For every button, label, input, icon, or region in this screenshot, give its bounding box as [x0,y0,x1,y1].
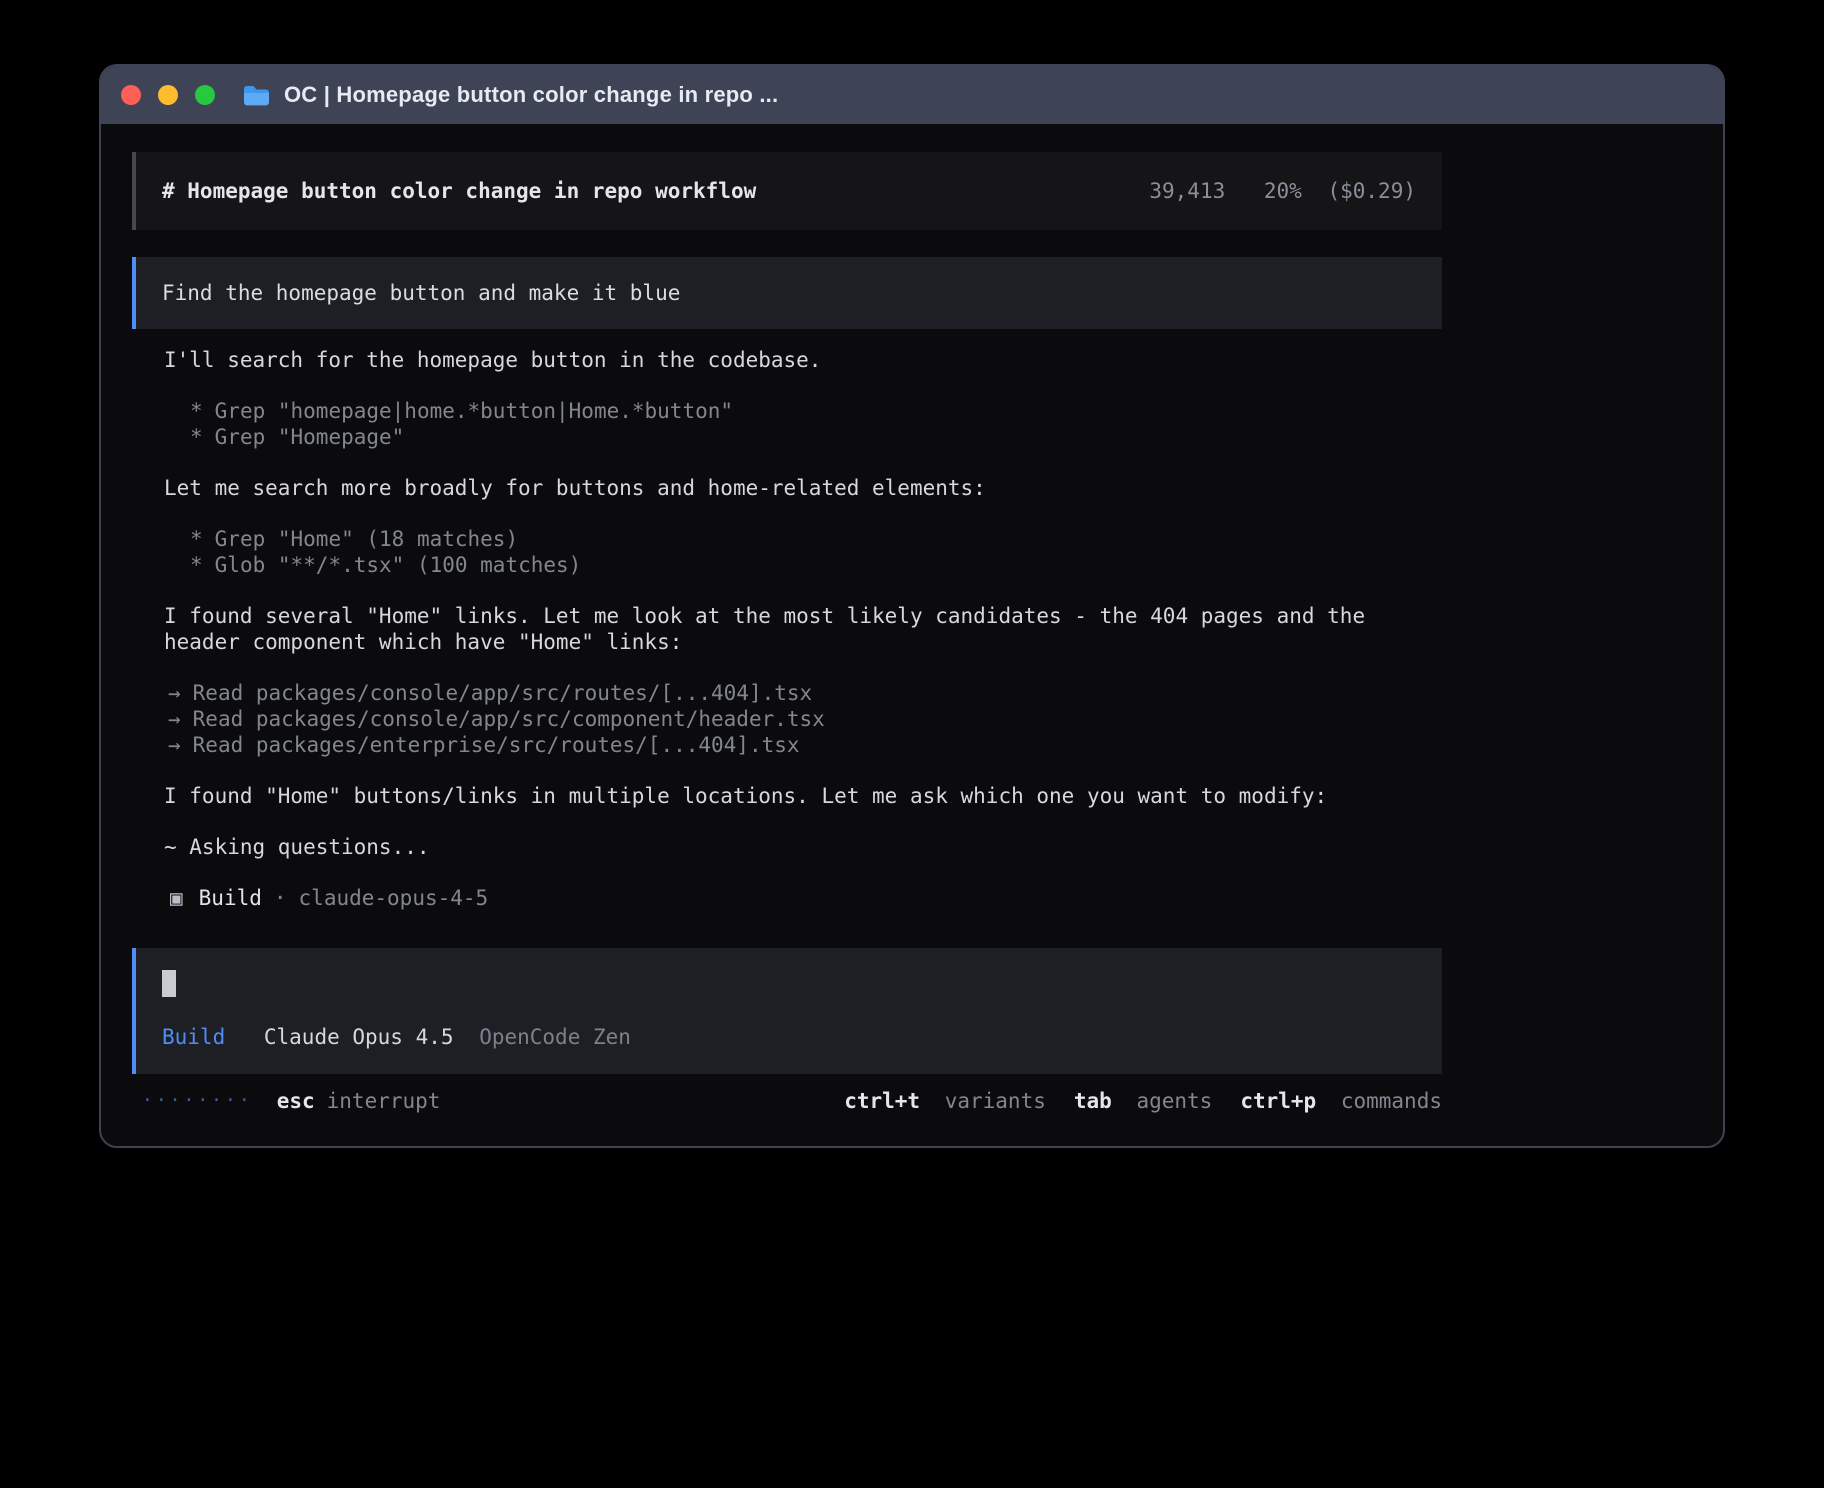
tool-bullet-icon: * [190,526,203,552]
shortcut-key: ctrl+p [1240,1089,1316,1113]
tool-call-text: Read packages/enterprise/src/routes/[...… [193,733,800,757]
window-titlebar: OC | Homepage button color change in rep… [101,66,1723,124]
session-stats: 39,413 20% ($0.29) [1149,179,1416,203]
zoom-button[interactable] [195,85,215,105]
window-title: OC | Homepage button color change in rep… [284,82,778,108]
close-button[interactable] [121,85,141,105]
working-status: ~ Asking questions... [164,834,1410,860]
shortcut-label: commands [1341,1089,1442,1113]
spinner-dots-icon: ········ [142,1088,253,1114]
tool-call-read: → Read packages/console/app/src/component… [164,706,1442,732]
shortcut-label: variants [945,1089,1046,1113]
shortcut-label: agents [1136,1089,1212,1113]
tool-call-grep: * Grep "homepage|home.*button|Home.*butto… [164,398,1442,424]
status-bar: ········ esc interrupt ctrl+t variants t… [132,1088,1442,1114]
terminal-window: OC | Homepage button color change in rep… [99,64,1725,1148]
shortcut-variants: ctrl+t variants [844,1088,1046,1114]
token-count: 39,413 [1149,179,1225,203]
tool-bullet-icon: * [190,552,203,578]
folder-icon [243,84,270,106]
tool-call-text: Grep "homepage|home.*button|Home.*button… [215,399,733,423]
minimize-button[interactable] [158,85,178,105]
tool-call-text: Grep "Homepage" [215,425,405,449]
tool-bullet-icon: * [190,424,203,450]
shortcut-key: tab [1074,1089,1112,1113]
tool-call-read: → Read packages/enterprise/src/routes/[..… [164,732,1442,758]
read-arrow-icon: → [168,680,181,706]
session-title: # Homepage button color change in repo w… [162,179,756,203]
tool-call-text: Glob "**/*.tsx" (100 matches) [215,553,582,577]
assistant-paragraph: Let me search more broadly for buttons a… [164,475,1410,501]
tool-call-glob: * Glob "**/*.tsx" (100 matches) [164,552,1442,578]
assistant-paragraph: I found "Home" buttons/links in multiple… [164,783,1410,809]
shortcut-agents: tab agents [1074,1088,1212,1114]
session-cost: ($0.29) [1327,179,1416,203]
read-arrow-icon: → [168,732,181,758]
interrupt-label: interrupt [327,1088,441,1114]
tool-call-text: Grep "Home" (18 matches) [215,527,518,551]
shortcut-key: ctrl+t [844,1089,920,1113]
agent-name: Build [199,885,262,911]
tool-call-text: Read packages/console/app/src/component/… [193,707,825,731]
tool-call-grep: * Grep "Home" (18 matches) [164,526,1442,552]
traffic-lights [121,85,215,105]
agent-separator: · [274,885,287,911]
mode-label: Build [162,1025,225,1049]
prompt-input[interactable]: Build Claude Opus 4.5 OpenCode Zen [132,948,1442,1074]
text-cursor [162,970,176,997]
assistant-paragraph: I'll search for the homepage button in t… [164,347,1410,373]
assistant-paragraph: I found several "Home" links. Let me loo… [164,603,1410,655]
assistant-response: I'll search for the homepage button in t… [132,347,1442,911]
tool-bullet-icon: * [190,398,203,424]
shortcut-commands: ctrl+p commands [1240,1088,1442,1114]
agent-model: claude-opus-4-5 [299,885,489,911]
tool-call-text: Read packages/console/app/src/routes/[..… [193,681,813,705]
session-header: # Homepage button color change in repo w… [132,152,1442,230]
provider-label: OpenCode Zen [479,1025,631,1049]
read-arrow-icon: → [168,706,181,732]
context-percent: 20% [1264,179,1302,203]
user-message-text: Find the homepage button and make it blu… [162,281,680,305]
agent-badge: ▣ Build · claude-opus-4-5 [164,885,1442,911]
tool-call-grep: * Grep "Homepage" [164,424,1442,450]
esc-key: esc [277,1088,315,1114]
model-label: Claude Opus 4.5 [264,1025,454,1049]
tool-call-read: → Read packages/console/app/src/routes/[.… [164,680,1442,706]
input-footer: Build Claude Opus 4.5 OpenCode Zen [162,1024,1416,1050]
agent-icon: ▣ [170,885,183,911]
user-message: Find the homepage button and make it blu… [132,257,1442,329]
terminal-content: # Homepage button color change in repo w… [101,124,1723,1114]
